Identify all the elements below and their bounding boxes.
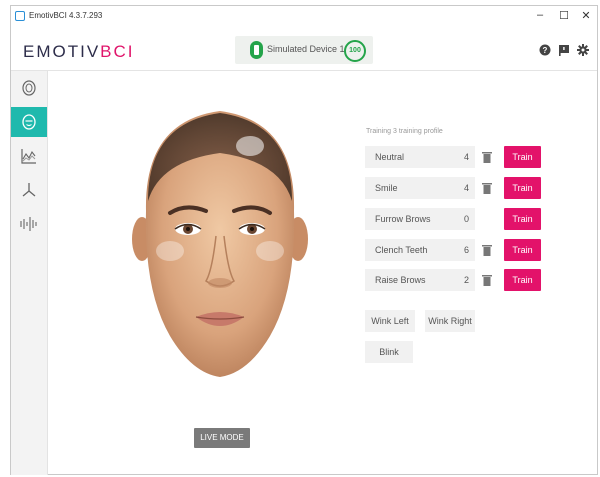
brand-bci: BCI <box>100 42 135 61</box>
sidebar-item-performance-metrics[interactable] <box>11 141 47 171</box>
blink-button[interactable]: Blink <box>365 341 413 363</box>
motion-icon <box>22 183 36 197</box>
eeg-waves-icon <box>20 217 37 231</box>
action-count: 4 <box>463 183 469 193</box>
action-row-clench-teeth: Clench Teeth 6 <box>365 239 475 261</box>
device-selector[interactable]: Simulated Device 1 100 <box>235 36 373 64</box>
wink-left-button[interactable]: Wink Left <box>365 310 415 332</box>
sidebar-item-eeg[interactable] <box>11 209 47 239</box>
action-count: 2 <box>463 275 469 285</box>
train-button-raise-brows[interactable]: Train <box>504 269 541 291</box>
settings-gear-icon[interactable] <box>577 44 589 56</box>
wink-right-button[interactable]: Wink Right <box>425 310 475 332</box>
brain-icon <box>22 80 36 96</box>
sidebar <box>11 71 48 475</box>
contact-quality-badge: 100 <box>344 40 366 62</box>
help-icon[interactable]: ? <box>539 44 551 56</box>
app-window: EmotivBCI 4.3.7.293 – ☐ ✕ EMOTIVBCI Simu… <box>10 5 598 475</box>
action-row-smile: Smile 4 <box>365 177 475 199</box>
brand-emotiv: EMOTIV <box>23 42 101 61</box>
minimize-button[interactable]: – <box>531 9 549 21</box>
training-profile-caption: Training 3 training profile <box>366 128 443 135</box>
trash-icon[interactable] <box>482 244 492 256</box>
action-row-raise-brows: Raise Brows 2 <box>365 269 475 291</box>
app-icon <box>15 11 25 21</box>
action-count: 0 <box>463 214 469 224</box>
window-title: EmotivBCI 4.3.7.293 <box>29 11 103 20</box>
train-button-neutral[interactable]: Train <box>504 146 541 168</box>
device-name: Simulated Device 1 <box>267 44 345 54</box>
close-button[interactable]: ✕ <box>577 9 595 22</box>
train-button-smile[interactable]: Train <box>504 177 541 199</box>
title-bar: EmotivBCI 4.3.7.293 – ☐ ✕ <box>11 6 597 30</box>
train-button-furrow-brows[interactable]: Train <box>504 208 541 230</box>
maximize-button[interactable]: ☐ <box>555 9 573 22</box>
sidebar-item-facial-expressions[interactable] <box>11 107 47 137</box>
trash-icon[interactable] <box>482 182 492 194</box>
trash-icon[interactable] <box>482 151 492 163</box>
action-label: Neutral <box>375 152 405 162</box>
live-mode-button[interactable]: LIVE MODE <box>194 428 250 448</box>
train-button-clench-teeth[interactable]: Train <box>504 239 541 261</box>
facial-expressions-icon <box>22 114 36 130</box>
facial-expressions-panel: LIVE MODE Training 3 training profile Ne… <box>48 71 597 475</box>
brand-logo: EMOTIVBCI <box>23 42 135 62</box>
action-label: Furrow Brows <box>375 214 431 224</box>
action-label: Raise Brows <box>375 275 426 285</box>
app-header: EMOTIVBCI Simulated Device 1 100 ? <box>11 30 597 71</box>
action-row-furrow-brows: Furrow Brows 0 <box>365 208 475 230</box>
feedback-flag-icon[interactable] <box>558 44 570 56</box>
svg-text:?: ? <box>543 46 548 55</box>
action-label: Smile <box>375 183 398 193</box>
action-label: Clench Teeth <box>375 245 428 255</box>
performance-metrics-icon <box>21 149 36 164</box>
sidebar-item-brain[interactable] <box>11 73 47 103</box>
sidebar-item-motion[interactable] <box>11 175 47 205</box>
battery-icon <box>250 41 263 59</box>
action-row-neutral: Neutral 4 <box>365 146 475 168</box>
face-avatar <box>132 111 308 377</box>
action-count: 6 <box>463 245 469 255</box>
action-count: 4 <box>463 152 469 162</box>
trash-icon[interactable] <box>482 274 492 286</box>
